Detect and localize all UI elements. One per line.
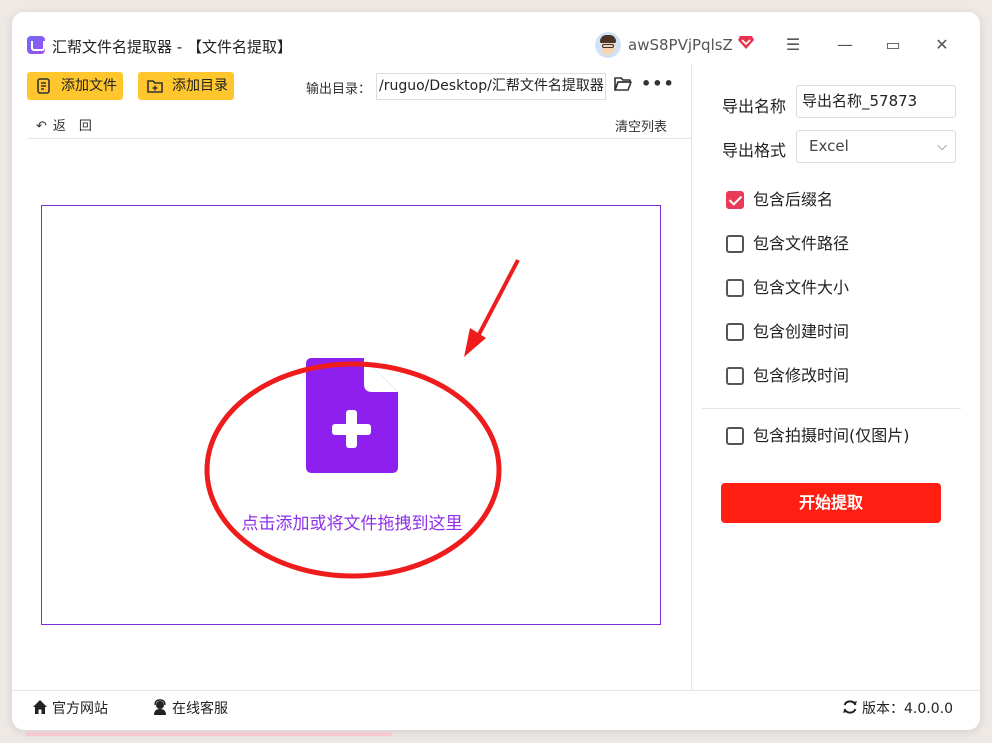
add-folder-label: 添加目录 <box>172 78 228 94</box>
chevron-down-icon: ⌵ <box>937 139 947 154</box>
add-file-label: 添加文件 <box>61 78 117 94</box>
option-label: 包含文件路径 <box>753 234 850 253</box>
close-button[interactable]: ✕ <box>931 34 953 56</box>
footer-divider <box>12 690 980 691</box>
option-label: 包含修改时间 <box>753 366 850 385</box>
start-extract-button[interactable]: 开始提取 <box>721 483 941 523</box>
more-options-icon[interactable]: ••• <box>641 74 675 93</box>
option-label: 包含拍摄时间(仅图片) <box>753 426 910 445</box>
menu-icon[interactable]: ☰ <box>782 34 804 56</box>
output-dir-label: 输出目录： <box>306 82 372 97</box>
checkbox-include-size[interactable] <box>726 279 744 297</box>
toolbar-divider <box>27 138 691 139</box>
version-label: 版本：4.0.0.0 <box>862 701 953 717</box>
export-name-label: 导出名称 <box>722 97 787 116</box>
output-dir-input[interactable]: /ruguo/Desktop/汇帮文件名提取器 <box>376 73 606 100</box>
support-agent-icon <box>154 699 166 715</box>
add-folder-icon <box>147 80 163 93</box>
title-bar: 汇帮文件名提取器 - 【文件名提取】 awS8PVjPqlsZ ☰ — ▭ ✕ <box>12 12 980 64</box>
back-arrow-icon: ↶ <box>36 119 47 134</box>
maximize-button[interactable]: ▭ <box>882 34 904 56</box>
export-format-value: Excel <box>809 137 849 155</box>
user-avatar[interactable] <box>595 32 621 58</box>
options-divider <box>702 408 961 409</box>
clear-list-button[interactable]: 清空列表 <box>615 116 667 135</box>
panel-divider <box>691 64 692 691</box>
drop-zone-hint: 点击添加或将文件拖拽到这里 <box>241 514 463 534</box>
option-label: 包含文件大小 <box>753 278 850 297</box>
vip-diamond-icon[interactable] <box>738 35 754 49</box>
checkbox-include-path[interactable] <box>726 235 744 253</box>
online-support-label: 在线客服 <box>172 701 228 717</box>
checkbox-include-modified[interactable] <box>726 367 744 385</box>
app-window: 汇帮文件名提取器 - 【文件名提取】 awS8PVjPqlsZ ☰ — ▭ ✕ … <box>12 12 980 730</box>
add-file-button[interactable]: 添加文件 <box>27 72 123 100</box>
online-support-link[interactable]: 在线客服 <box>152 698 228 718</box>
background-progress-strip <box>26 732 392 736</box>
export-format-label: 导出格式 <box>722 141 787 160</box>
avatar-hair <box>600 35 616 43</box>
home-icon <box>33 700 47 714</box>
export-name-input[interactable]: 导出名称_57873 <box>796 85 956 118</box>
version-info[interactable]: 版本：4.0.0.0 <box>842 698 953 718</box>
refresh-icon <box>843 700 857 714</box>
username[interactable]: awS8PVjPqlsZ <box>628 36 733 54</box>
app-logo-icon <box>27 36 45 54</box>
checkbox-include-capture-time[interactable] <box>726 427 744 445</box>
add-file-icon <box>37 78 50 94</box>
back-label: 返 回 <box>52 119 92 134</box>
option-label: 包含后缀名 <box>753 190 834 209</box>
checkbox-include-extension[interactable] <box>726 191 744 209</box>
option-label: 包含创建时间 <box>753 322 850 341</box>
avatar-glasses <box>602 44 614 48</box>
checkbox-include-created[interactable] <box>726 323 744 341</box>
official-website-label: 官方网站 <box>52 701 108 717</box>
file-drop-zone[interactable]: 点击添加或将文件拖拽到这里 <box>41 205 661 625</box>
official-website-link[interactable]: 官方网站 <box>32 698 108 718</box>
window-title: 汇帮文件名提取器 - 【文件名提取】 <box>52 38 292 56</box>
back-button[interactable]: ↶ 返 回 <box>36 115 92 134</box>
minimize-button[interactable]: — <box>834 34 856 56</box>
add-folder-button[interactable]: 添加目录 <box>138 72 234 100</box>
folder-open-icon[interactable] <box>614 76 632 92</box>
export-format-select[interactable]: Excel ⌵ <box>796 130 956 163</box>
add-document-icon[interactable] <box>306 358 398 473</box>
